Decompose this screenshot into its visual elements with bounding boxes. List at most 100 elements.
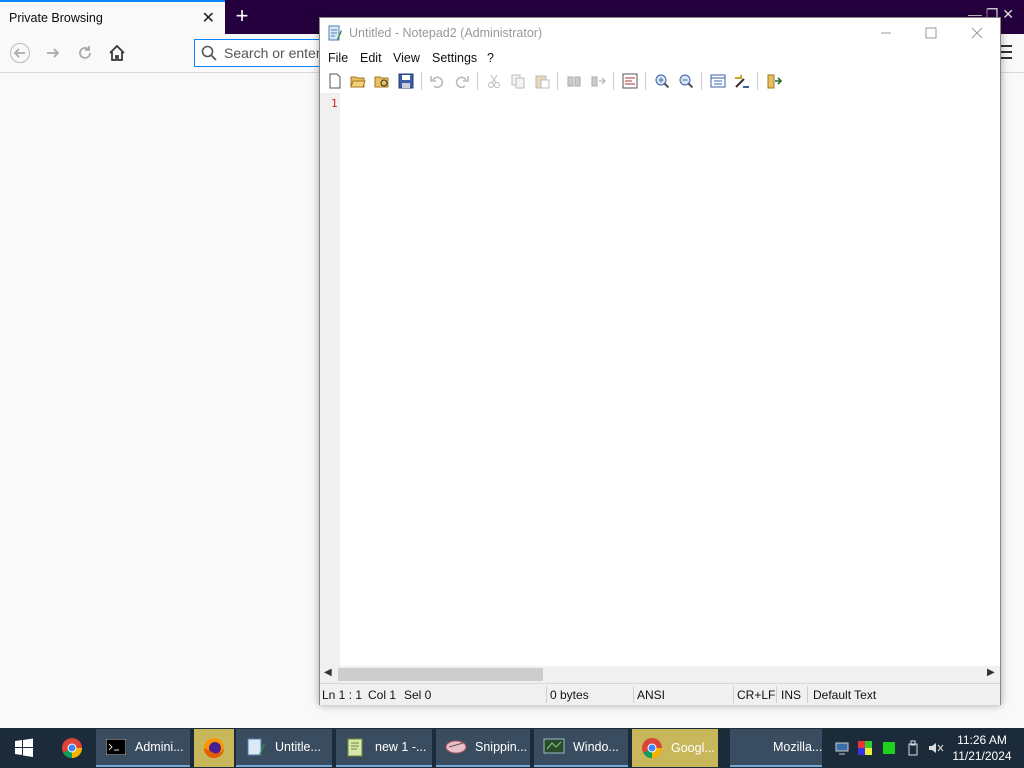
volume-muted-icon[interactable] xyxy=(928,740,944,756)
cut-icon[interactable] xyxy=(486,73,502,89)
color-tray-icon[interactable] xyxy=(857,740,873,756)
notepad2-app-icon xyxy=(328,25,342,41)
find-icon[interactable] xyxy=(566,73,582,89)
customize-icon[interactable] xyxy=(734,73,750,89)
toolbar xyxy=(320,69,1000,94)
forward-arrow-icon xyxy=(47,48,60,58)
save-icon[interactable] xyxy=(398,73,414,89)
new-file-icon[interactable] xyxy=(327,73,343,89)
paste-icon[interactable] xyxy=(534,73,550,89)
clock[interactable]: 11:26 AM 11/21/2024 xyxy=(950,732,1014,764)
notepad2-titlebar[interactable]: Untitled - Notepad2 (Administrator) xyxy=(320,18,1000,48)
menu-help[interactable]: ? xyxy=(487,51,494,65)
new-tab-button[interactable]: + xyxy=(230,3,254,29)
taskbar-label: new 1 -... xyxy=(375,740,427,754)
clock-time: 11:26 AM xyxy=(957,733,1007,747)
taskbar-item-mozilla[interactable]: Mozilla... xyxy=(730,729,822,767)
clock-date: 11/21/2024 xyxy=(952,749,1012,763)
search-icon xyxy=(201,45,217,61)
view-scheme-icon[interactable] xyxy=(710,73,726,89)
status-column: Col 1 xyxy=(368,688,397,702)
line-number: 1 xyxy=(331,97,338,110)
taskbar-label: Untitle... xyxy=(275,740,321,754)
menu-view[interactable]: View xyxy=(393,51,420,65)
taskbar-item-cmd[interactable]: Admini... xyxy=(96,729,190,767)
back-button[interactable] xyxy=(8,41,32,65)
maximize-icon xyxy=(925,27,937,39)
status-green-tray-icon[interactable] xyxy=(881,740,897,756)
redo-icon[interactable] xyxy=(454,73,470,89)
tab-label: Private Browsing xyxy=(9,11,103,25)
open-file-icon[interactable] xyxy=(350,73,366,89)
status-scheme[interactable]: Default Text xyxy=(813,688,876,702)
taskbar-label: Googl... xyxy=(671,741,715,755)
zoom-in-icon[interactable] xyxy=(654,73,670,89)
scroll-left-icon[interactable]: ◀ xyxy=(324,667,332,678)
forward-button[interactable] xyxy=(41,41,65,65)
scrollbar-thumb[interactable] xyxy=(338,668,543,681)
start-button[interactable] xyxy=(0,729,48,767)
minimize-icon xyxy=(881,32,891,34)
notepad2-window: Untitled - Notepad2 (Administrator) File… xyxy=(319,17,1001,705)
replace-icon[interactable] xyxy=(590,73,606,89)
status-line-endings[interactable]: CR+LF xyxy=(737,688,775,702)
close-button[interactable] xyxy=(962,22,992,44)
word-wrap-icon[interactable] xyxy=(622,73,638,89)
status-insert-mode[interactable]: INS xyxy=(781,688,801,702)
back-arrow-icon xyxy=(10,43,30,63)
status-selection: Sel 0 xyxy=(404,688,432,702)
taskbar-label: Snippin... xyxy=(475,740,528,754)
menu-bar: File Edit View Settings ? xyxy=(320,48,1000,68)
window-title: Untitled - Notepad2 (Administrator) xyxy=(349,26,543,40)
taskbar-item-chrome[interactable]: Googl... xyxy=(632,729,718,767)
home-button[interactable] xyxy=(105,41,129,65)
notepad2-icon xyxy=(245,736,267,758)
taskbar-item-snipping[interactable]: Snippin... xyxy=(436,729,530,767)
search-input[interactable] xyxy=(224,43,324,63)
windows-explorer-icon xyxy=(543,736,565,758)
notepadpp-icon xyxy=(345,736,367,758)
status-line-position: Ln 1 : 1 xyxy=(322,688,363,702)
exit-icon[interactable] xyxy=(766,73,782,89)
text-editor-area[interactable] xyxy=(340,93,1000,667)
taskbar-label: Mozilla... xyxy=(773,740,823,754)
zoom-out-icon[interactable] xyxy=(678,73,694,89)
menu-settings[interactable]: Settings xyxy=(432,51,477,65)
usb-tray-icon[interactable] xyxy=(905,740,921,756)
status-encoding[interactable]: ANSI xyxy=(637,688,665,702)
url-bar[interactable] xyxy=(194,39,334,67)
line-number-gutter: 1 xyxy=(320,93,340,667)
taskbar-item-notepadpp[interactable]: new 1 -... xyxy=(336,729,432,767)
firefox-icon xyxy=(203,737,225,759)
cmd-icon xyxy=(105,736,127,758)
taskbar-label: Admini... xyxy=(135,740,184,754)
reload-icon xyxy=(79,46,91,59)
home-icon xyxy=(109,44,125,61)
copy-icon[interactable] xyxy=(510,73,526,89)
taskbar: Admini... Untitle... new 1 -... Snippin.… xyxy=(0,728,1024,768)
taskbar-item-notepad2[interactable]: Untitle... xyxy=(236,729,332,767)
taskbar-chrome-pinned[interactable] xyxy=(50,729,94,767)
taskbar-item-windows-explorer[interactable]: Windo... xyxy=(534,729,628,767)
horizontal-scrollbar[interactable]: ◀ ▶ xyxy=(320,666,1000,683)
reload-button[interactable] xyxy=(73,41,97,65)
browse-icon[interactable] xyxy=(374,73,390,89)
scroll-right-icon[interactable]: ▶ xyxy=(987,667,995,678)
network-tray-icon[interactable] xyxy=(834,740,850,756)
close-icon xyxy=(971,27,983,39)
tab-close-icon[interactable]: ✕ xyxy=(202,8,215,28)
chrome-icon xyxy=(62,738,82,759)
menu-edit[interactable]: Edit xyxy=(360,51,382,65)
maximize-button[interactable] xyxy=(916,22,946,44)
tab-private-browsing[interactable]: Private Browsing ✕ xyxy=(0,0,225,35)
undo-icon[interactable] xyxy=(429,73,445,89)
firefox-window-icon xyxy=(739,736,765,758)
taskbar-label: Windo... xyxy=(573,740,619,754)
menu-file[interactable]: File xyxy=(328,51,348,65)
windows-logo-icon xyxy=(15,738,33,757)
taskbar-item-firefox[interactable] xyxy=(194,729,234,767)
chrome-icon xyxy=(641,737,663,759)
snipping-tool-icon xyxy=(445,736,467,758)
minimize-button[interactable] xyxy=(871,22,901,44)
status-bar: Ln 1 : 1 Col 1 Sel 0 0 bytes ANSI CR+LF … xyxy=(320,683,1000,705)
